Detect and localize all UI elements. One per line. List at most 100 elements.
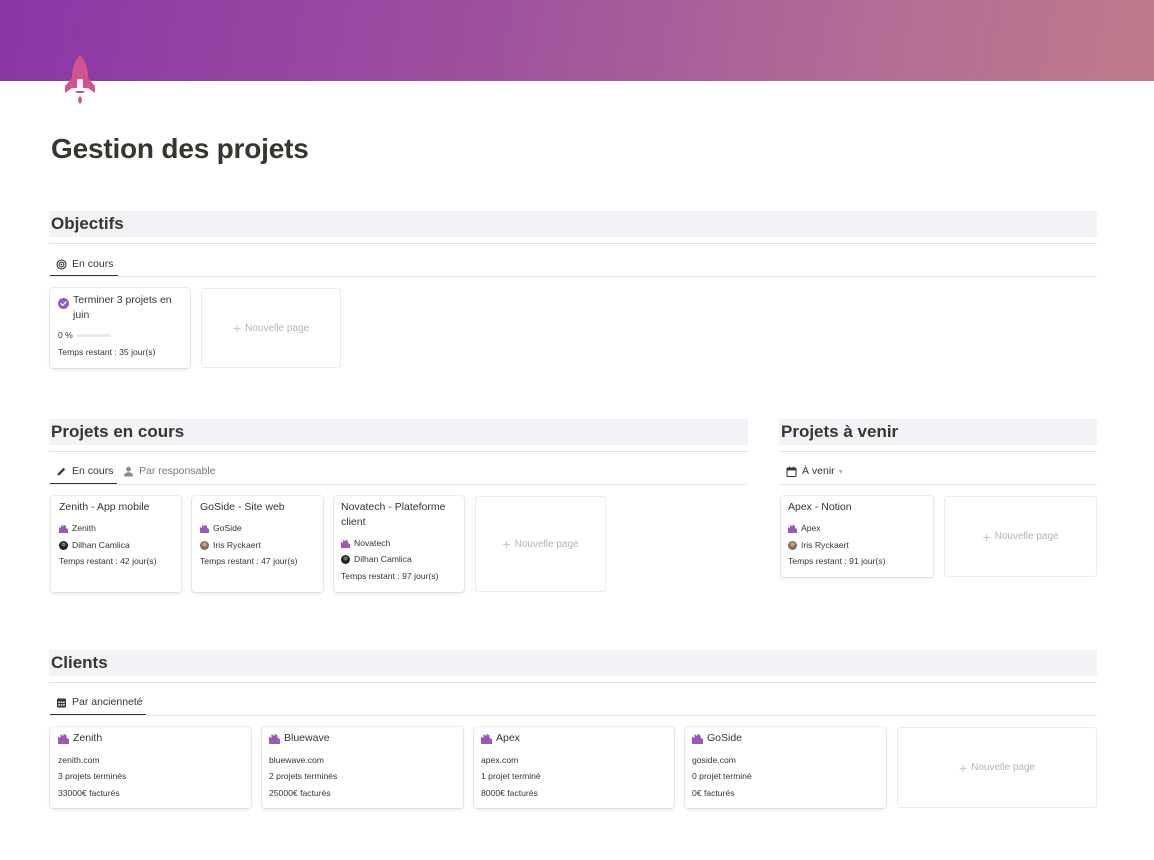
objective-card[interactable]: Terminer 3 projets en juin 0 % Temps res…: [50, 288, 190, 368]
tab-a-venir[interactable]: À venir ▾: [786, 460, 843, 482]
client-projects: 2 projets terminés: [269, 771, 338, 781]
client-projects: 1 projet terminé: [481, 771, 541, 781]
new-page-button[interactable]: + Nouvelle page: [944, 496, 1097, 577]
owner-name: Iris Ryckaert: [801, 540, 849, 550]
avatar: [200, 540, 209, 550]
owner-name: Dilhan Camlica: [354, 554, 412, 564]
progress-label: 0 %: [58, 330, 73, 340]
tabs-divider: [49, 484, 748, 485]
client-card[interactable]: GoSide goside.com 0 projet terminé 0€ fa…: [685, 727, 886, 808]
tab-label: Par responsable: [139, 465, 216, 477]
calendar-grid-icon: [57, 698, 66, 707]
check-circle-icon: [58, 296, 69, 314]
project-title: Apex - Notion: [788, 501, 852, 513]
buildings-icon: [481, 733, 492, 744]
project-client: Novatech: [341, 538, 390, 548]
client-card[interactable]: Zenith zenith.com 3 projets terminés 330…: [50, 727, 251, 808]
rocket-icon[interactable]: [60, 52, 100, 108]
project-card[interactable]: Novatech - Plateforme client Novatech Di…: [334, 496, 464, 592]
tab-projets-en-cours[interactable]: En cours: [56, 460, 113, 482]
client-name: Zenith: [73, 732, 103, 744]
client-website[interactable]: bluewave.com: [269, 755, 324, 765]
tab-objectifs-en-cours[interactable]: En cours: [56, 253, 113, 275]
tab-label: Par ancienneté: [72, 696, 143, 708]
plus-icon: +: [502, 536, 511, 552]
avatar: [59, 540, 68, 550]
project-title-cont: client: [341, 516, 366, 528]
remaining-time: Temps restant : 35 jour(s): [58, 347, 156, 357]
client-name: Apex: [496, 732, 520, 744]
calendar-icon: [786, 466, 797, 477]
client-billed: 33000€ facturés: [58, 788, 120, 798]
project-client: Zenith: [59, 523, 96, 533]
client-website[interactable]: goside.com: [692, 755, 736, 765]
client-card[interactable]: Apex apex.com 1 projet terminé 8000€ fac…: [474, 727, 674, 808]
pencil-icon: [57, 467, 66, 475]
section-heading-clients: Clients: [49, 650, 1097, 676]
tab-par-responsable[interactable]: Par responsable: [123, 460, 215, 482]
new-page-label: Nouvelle page: [245, 322, 310, 334]
project-owner: Iris Ryckaert: [200, 540, 261, 550]
client-title: Apex: [481, 732, 520, 744]
client-name: GoSide: [213, 523, 242, 533]
target-icon: [56, 258, 67, 270]
client-projects: 0 projet terminé: [692, 771, 752, 781]
new-page-button[interactable]: + Nouvelle page: [897, 727, 1097, 808]
page-cover: [0, 0, 1154, 81]
tab-label: En cours: [72, 258, 114, 270]
project-owner: Dilhan Camlica: [341, 554, 412, 564]
project-title: GoSide - Site web: [200, 501, 285, 513]
chevron-down-icon[interactable]: ▾: [839, 467, 843, 476]
tab-label: En cours: [72, 465, 114, 477]
client-name: Zenith: [72, 523, 96, 533]
project-client: GoSide: [200, 523, 242, 533]
project-owner: Iris Ryckaert: [788, 540, 849, 550]
owner-name: Iris Ryckaert: [213, 540, 261, 550]
client-website[interactable]: zenith.com: [58, 755, 100, 765]
new-page-label: Nouvelle page: [514, 538, 579, 550]
tab-label: À venir: [802, 465, 835, 477]
section-heading-objectifs: Objectifs: [49, 211, 1097, 237]
client-name: GoSide: [707, 732, 743, 744]
remaining-time: Temps restant : 42 jour(s): [59, 556, 157, 566]
project-card[interactable]: Apex - Notion Apex Iris Ryckaert Temps r…: [781, 496, 933, 577]
project-title: Zenith - App mobile: [59, 501, 150, 513]
buildings-icon: [59, 524, 68, 533]
section-heading-projets-en-cours: Projets en cours: [49, 419, 748, 445]
divider: [49, 682, 1097, 683]
new-page-label: Nouvelle page: [994, 531, 1059, 542]
objective-title: Terminer 3 projets en: [73, 294, 172, 306]
owner-name: Dilhan Camlica: [72, 540, 130, 550]
client-name: Novatech: [354, 538, 391, 548]
project-card[interactable]: Zenith - App mobile Zenith Dilhan Camlic…: [51, 496, 181, 592]
divider: [49, 451, 748, 452]
person-icon: [124, 466, 133, 476]
client-billed: 0€ facturés: [692, 788, 735, 798]
remaining-time: Temps restant : 91 jour(s): [788, 556, 886, 566]
remaining-time: Temps restant : 47 jour(s): [200, 556, 298, 566]
progress-bar: [77, 334, 111, 337]
client-card[interactable]: Bluewave bluewave.com 2 projets terminés…: [262, 727, 463, 808]
buildings-icon: [788, 524, 797, 533]
divider: [49, 243, 1097, 244]
client-name: Bluewave: [284, 732, 330, 744]
new-page-button[interactable]: + Nouvelle page: [201, 288, 341, 368]
tabs-divider: [779, 484, 1097, 485]
client-projects: 3 projets terminés: [58, 771, 127, 781]
client-title: GoSide: [692, 732, 742, 744]
avatar: [788, 540, 797, 550]
new-page-button[interactable]: + Nouvelle page: [475, 496, 606, 592]
tabs-divider: [49, 276, 1097, 277]
project-card[interactable]: GoSide - Site web GoSide Iris Ryckaert T…: [192, 496, 323, 592]
new-page-label: Nouvelle page: [971, 762, 1036, 773]
client-title: Zenith: [58, 732, 102, 744]
remaining-time: Temps restant : 97 jour(s): [341, 571, 439, 581]
plus-icon: +: [958, 759, 968, 776]
buildings-icon: [341, 539, 350, 548]
project-owner: Dilhan Camlica: [59, 540, 130, 550]
section-heading-projets-a-venir: Projets à venir: [779, 419, 1097, 445]
client-website[interactable]: apex.com: [481, 755, 518, 765]
tab-par-anciennete[interactable]: Par ancienneté: [56, 691, 143, 713]
client-billed: 25000€ facturés: [269, 788, 331, 798]
project-title: Novatech - Plateforme: [341, 501, 446, 513]
